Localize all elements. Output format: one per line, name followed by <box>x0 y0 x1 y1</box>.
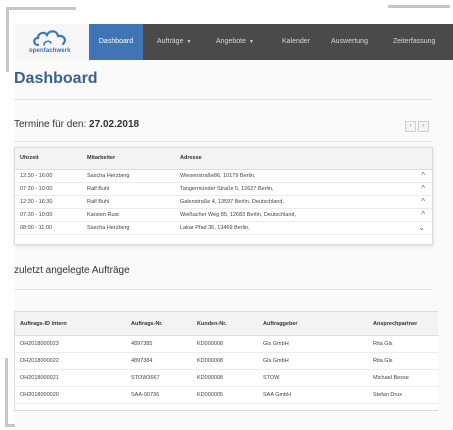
column-header[interactable]: Uhrzeit <box>20 155 39 161</box>
cell-employee: Ralf Buhl <box>87 199 110 205</box>
table-row[interactable]: 08:00 - 11:00 Sascha Herzberg Lakar Pfad… <box>15 222 432 235</box>
brand-logo[interactable]: openfachwerk <box>15 24 89 60</box>
column-header[interactable]: Ansprechpartner <box>373 321 417 327</box>
table-row[interactable]: 12:30 - 16:00 Sascha Herzberg Wiesenstra… <box>15 170 432 183</box>
nav-zeiterfassung[interactable]: Zeiterfassung <box>393 24 435 60</box>
divider <box>14 289 432 290</box>
cell-ansprechpartner: Stefan Drux <box>373 392 403 398</box>
column-header[interactable]: Adresse <box>180 155 202 161</box>
page-title: Dashboard <box>14 70 98 87</box>
table-row[interactable]: OH2018000022 4897384 KD000008 Gls GmbH R… <box>15 353 438 370</box>
cell-nr: 4897384 <box>131 358 153 364</box>
cell-nr: 4897385 <box>131 341 153 347</box>
nav-angebote[interactable]: Angebote ▼ <box>216 24 254 60</box>
cell-kunde: KD000008 <box>197 375 223 381</box>
chevron-up-icon[interactable]: ^ <box>421 184 425 193</box>
nav-label: Zeiterfassung <box>393 38 436 45</box>
chevron-down-icon[interactable]: ⌄ <box>418 223 425 232</box>
crop-mark <box>6 7 76 10</box>
cell-nr: SAA-00736 <box>131 392 160 398</box>
column-header[interactable]: Auftrags-ID intern <box>20 321 67 327</box>
nav-dashboard[interactable]: Dashboard <box>89 24 143 60</box>
cell-time: 08:00 - 11:00 <box>20 225 53 231</box>
nav-kalender[interactable]: Kalender <box>282 24 310 60</box>
chevron-down-icon: ▼ <box>186 39 192 45</box>
cell-ansprechpartner: Michael Besse <box>373 375 409 381</box>
nav-label: Angebote <box>216 38 246 45</box>
cell-id: OH2018000023 <box>20 341 59 347</box>
top-navbar: openfachwerk Dashboard Aufträge ▼ Angebot… <box>15 24 453 60</box>
cell-auftraggeber: STOW <box>263 375 280 381</box>
cell-employee: Sascha Herzberg <box>87 225 130 231</box>
cell-time: 07:30 - 10:00 <box>20 212 53 218</box>
chevron-down-icon: ▼ <box>248 39 254 45</box>
cell-kunde: KD000005 <box>197 392 223 398</box>
cell-employee: Karsten Rust <box>87 212 119 218</box>
crop-mark <box>388 5 450 8</box>
chevron-up-icon[interactable]: ^ <box>421 197 425 206</box>
table-row[interactable]: OH2018000023 4897385 KD000008 Gls GmbH R… <box>15 336 438 353</box>
nav-auswertung[interactable]: Auswertung <box>331 24 368 60</box>
nav-label: Dashboard <box>98 38 134 45</box>
cell-id: OH2018000022 <box>20 358 59 364</box>
cell-address: Weißacher Weg 85, 12683 Berlin, Deutschl… <box>180 212 296 218</box>
table-row[interactable]: 07:30 - 10:00 Karsten Rust Weißacher Weg… <box>15 209 432 222</box>
nav-label: Kalender <box>282 38 311 45</box>
cell-auftraggeber: SAA GmbH <box>263 392 292 398</box>
auftraege-table: Auftrags-ID intern Auftrags-Nr. Kunden-N… <box>14 311 438 411</box>
termine-label: Termine für den: <box>14 119 87 130</box>
crop-mark <box>5 358 8 427</box>
table-row[interactable]: OH2018000021 STOW3667 KD000008 STOW Mich… <box>15 370 438 387</box>
divider <box>14 141 432 142</box>
termine-heading: Termine für den: 27.02.2018 <box>14 119 139 130</box>
cell-ansprechpartner: Rita Gls <box>373 341 393 347</box>
table-header: Auftrags-ID intern Auftrags-Nr. Kunden-N… <box>15 312 438 336</box>
chevron-right-icon[interactable]: › <box>418 121 429 132</box>
crop-mark <box>6 7 9 72</box>
chevron-up-icon[interactable]: ^ <box>421 210 425 219</box>
nav-label: Auswertung <box>331 38 368 45</box>
divider <box>14 99 432 100</box>
cell-address: Lakar Pfad 36, 13469 Berlin, <box>180 225 250 231</box>
column-header[interactable]: Kunden-Nr. <box>197 321 227 327</box>
nav-auftraege[interactable]: Aufträge ▼ <box>157 24 191 60</box>
nav-label: Aufträge <box>157 38 184 45</box>
termine-date: 27.02.2018 <box>89 119 140 130</box>
cloud-icon <box>33 30 66 47</box>
cell-auftraggeber: Gls GmbH <box>263 341 289 347</box>
table-row[interactable]: 12:30 - 16:30 Ralf Buhl Galenstraße 4, 1… <box>15 196 432 209</box>
auftraege-heading: zuletzt angelegte Aufträge <box>14 265 130 276</box>
cell-kunde: KD000008 <box>197 358 223 364</box>
cell-employee: Sascha Herzberg <box>87 173 130 179</box>
cell-time: 12:30 - 16:00 <box>20 173 53 179</box>
cell-time: 07:30 - 10:00 <box>20 186 53 192</box>
table-header: Uhrzeit Mitarbeiter Adresse <box>15 148 432 170</box>
cell-nr: STOW3667 <box>131 375 160 381</box>
cell-address: Tangermünder Straße 5, 12627 Berlin, <box>180 186 274 192</box>
column-header[interactable]: Mitarbeiter <box>87 155 115 161</box>
cell-id: OH2018000020 <box>20 392 59 398</box>
brand-name: openfachwerk <box>29 48 71 54</box>
cell-auftraggeber: Gls GmbH <box>263 358 289 364</box>
cell-address: Galenstraße 4, 13597 Berlin, Deutschland… <box>180 199 284 205</box>
table-row[interactable]: 07:30 - 10:00 Ralf Buhl Tangermünder Str… <box>15 183 432 196</box>
column-header[interactable]: Auftraggeber <box>263 321 298 327</box>
table-row[interactable]: OH2018000020 SAA-00736 KD000005 SAA GmbH… <box>15 387 438 404</box>
cell-address: Wiesenstraße86, 10179 Berlin, <box>180 173 256 179</box>
cell-kunde: KD000008 <box>197 341 223 347</box>
cell-employee: Ralf Buhl <box>87 186 110 192</box>
cell-ansprechpartner: Rita Gls <box>373 358 393 364</box>
termine-table: Uhrzeit Mitarbeiter Adresse 12:30 - 16:0… <box>14 147 433 245</box>
cell-id: OH2018000021 <box>20 375 59 381</box>
chevron-left-icon[interactable]: ‹ <box>405 121 416 132</box>
chevron-up-icon[interactable]: ^ <box>421 171 425 180</box>
column-header[interactable]: Auftrags-Nr. <box>131 321 163 327</box>
cell-time: 12:30 - 16:30 <box>20 199 53 205</box>
